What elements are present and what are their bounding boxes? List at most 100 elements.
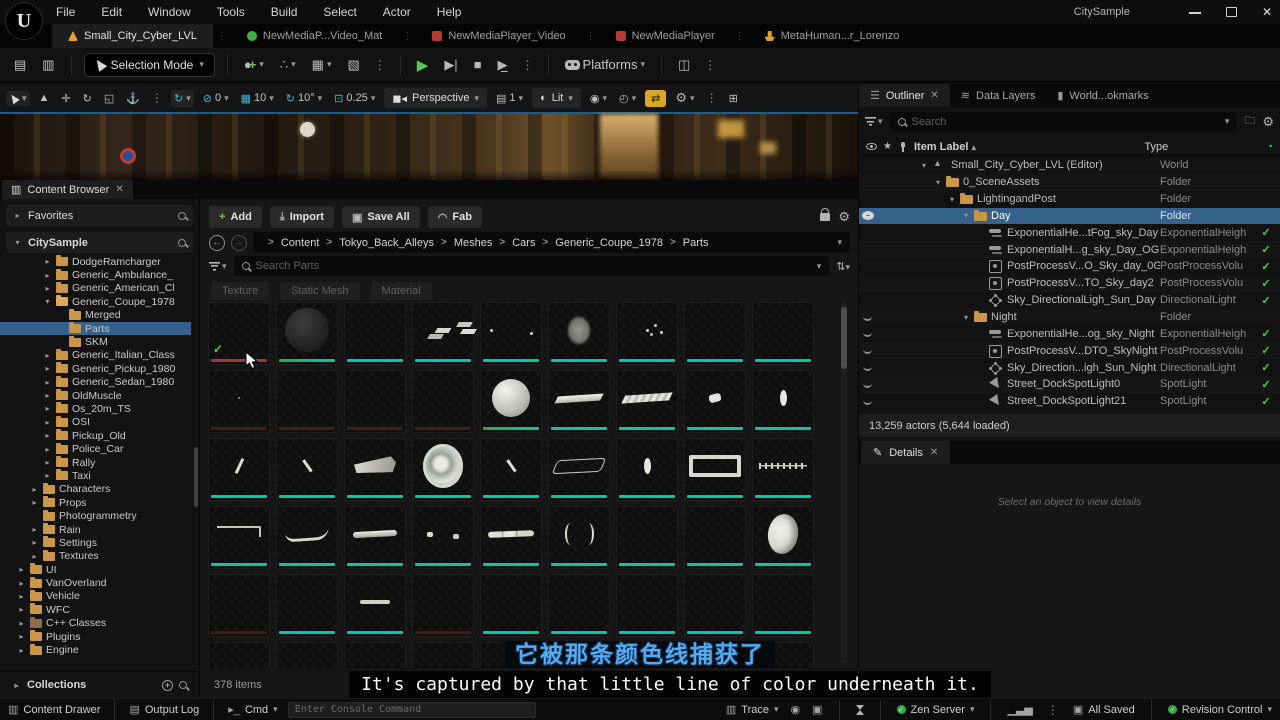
asset-search[interactable]: ▾ xyxy=(234,256,830,276)
expand-arrow-icon[interactable]: ▸ xyxy=(43,271,52,280)
expand-arrow-icon[interactable]: ▸ xyxy=(30,525,39,534)
asset-tile-r4c6[interactable] xyxy=(548,506,610,569)
expand-arrow-icon[interactable]: ▸ xyxy=(43,418,52,427)
menu-actor[interactable]: Actor xyxy=(383,5,411,19)
outliner-row-exponentialhe-tfog-sky-day[interactable]: ExponentialHe...tFog_sky_DayExponentialH… xyxy=(859,224,1280,241)
outliner-row-0-sceneassets[interactable]: ▾0_SceneAssetsFolder xyxy=(859,174,1280,191)
breadcrumb-tokyo-back-alleys[interactable]: Tokyo_Back_Alleys xyxy=(339,237,434,249)
hidden-eye-icon[interactable] xyxy=(859,330,876,337)
expand-arrow-icon[interactable]: ▸ xyxy=(17,605,26,614)
maximize-button[interactable] xyxy=(1224,6,1238,18)
close-icon[interactable]: ✕ xyxy=(930,447,938,458)
asset-tile-r6c5[interactable] xyxy=(480,642,542,668)
tree-item-settings[interactable]: ▸Settings xyxy=(0,536,191,549)
cinematics-button[interactable]: ▦▾ xyxy=(308,55,336,75)
collapse-arrow-icon[interactable]: ▾ xyxy=(950,195,960,204)
menu-tools[interactable]: Tools xyxy=(217,5,245,19)
asset-tile-r4c8[interactable] xyxy=(684,506,746,569)
asset-tile-r3c6[interactable] xyxy=(548,438,610,501)
breadcrumb-parts[interactable]: Parts xyxy=(683,237,709,249)
perspective-dropdown[interactable]: ◼◂Perspective▾ xyxy=(384,88,487,108)
asset-tile-r2c9[interactable] xyxy=(752,370,814,433)
tree-item-vanoverland[interactable]: ▸VanOverland xyxy=(0,576,191,589)
snapshot-icon[interactable]: ◉ xyxy=(791,703,801,716)
asset-tile-r3c4[interactable] xyxy=(412,438,474,501)
stats-icon[interactable]: ▁▃▅ xyxy=(1007,703,1032,716)
collapse-arrow-icon[interactable]: ▾ xyxy=(936,178,946,187)
asset-tile-r1c5[interactable] xyxy=(480,302,542,365)
menu-build[interactable]: Build xyxy=(271,5,298,19)
minimize-button[interactable] xyxy=(1188,6,1202,18)
outliner-row-exponentialhe-og-sky-night[interactable]: ExponentialHe...og_sky_NightExponentialH… xyxy=(859,325,1280,342)
asset-tile-r4c3[interactable] xyxy=(344,506,406,569)
asset-tile-r1c1[interactable]: ✓ xyxy=(208,302,270,365)
filter-pill-texture[interactable]: Texture xyxy=(209,282,269,300)
tree-item-textures[interactable]: ▸Textures xyxy=(0,550,191,563)
breadcrumb-meshes[interactable]: Meshes xyxy=(454,237,493,249)
tree-item-rain[interactable]: ▸Rain xyxy=(0,523,191,536)
tab-outliner[interactable]: ☰Outliner✕ xyxy=(859,84,950,107)
show-flags-dropdown[interactable]: ◉▾ xyxy=(587,90,610,107)
expand-arrow-icon[interactable]: ▸ xyxy=(17,565,26,574)
outliner-settings-icon[interactable]: ⚙ xyxy=(1262,114,1274,130)
outliner-search[interactable]: ▾ xyxy=(890,112,1238,132)
add-button[interactable]: +Add xyxy=(209,206,262,228)
search-icon[interactable] xyxy=(179,681,187,689)
save-all-button[interactable]: ▣Save All xyxy=(342,206,420,228)
close-icon[interactable]: ✕ xyxy=(930,90,938,101)
type-header[interactable]: Type xyxy=(1144,141,1260,153)
breadcrumb-cars[interactable]: Cars xyxy=(512,237,535,249)
collapse-arrow-icon[interactable]: ▾ xyxy=(964,211,974,220)
item-label-header[interactable]: Item Label ▴ xyxy=(914,141,976,153)
expand-arrow-icon[interactable]: ▸ xyxy=(43,364,52,373)
sidebar-scrollbar[interactable] xyxy=(194,447,198,507)
visibility-column-icon[interactable] xyxy=(866,143,877,150)
scale-snap-dropdown[interactable]: ⊡0.25▾ xyxy=(331,90,378,107)
screen-percentage-dropdown[interactable]: ▤1▾ xyxy=(493,90,526,107)
asset-tile-r3c8[interactable] xyxy=(684,438,746,501)
asset-tab-newmediap-video-mat[interactable]: NewMediaP...Video_Mat xyxy=(231,24,398,48)
play-options-icon[interactable]: ⋮ xyxy=(520,58,536,72)
collapse-arrow-icon[interactable]: ▾ xyxy=(964,313,974,322)
new-folder-icon[interactable]: 🗀 xyxy=(1244,112,1255,131)
outliner-row-street-dockspotlight21[interactable]: Street_DockSpotLight21SpotLight✓ xyxy=(859,393,1280,410)
asset-tile-r2c7[interactable] xyxy=(616,370,678,433)
collapse-arrow-icon[interactable]: ▾ xyxy=(43,297,52,306)
editor-modes-button[interactable]: ▧ xyxy=(343,55,363,75)
asset-tab-small-city-cyber-lvl[interactable]: Small_City_Cyber_LVL xyxy=(52,24,213,48)
tab-data-layers[interactable]: ≋Data Layers xyxy=(950,84,1047,107)
visible-eye-icon[interactable] xyxy=(859,211,876,220)
asset-tile-r4c7[interactable] xyxy=(616,506,678,569)
details-tab[interactable]: ✎ Details ✕ xyxy=(861,441,950,464)
hidden-eye-icon[interactable] xyxy=(859,364,876,371)
expand-arrow-icon[interactable]: ▸ xyxy=(13,211,22,220)
asset-tile-r3c7[interactable] xyxy=(616,438,678,501)
asset-tile-r2c2[interactable] xyxy=(276,370,338,433)
tree-item-pickup-old[interactable]: ▸Pickup_Old xyxy=(0,429,191,442)
outliner-row-day[interactable]: ▾DayFolder xyxy=(859,208,1280,225)
expand-arrow-icon[interactable]: ▸ xyxy=(17,579,26,588)
grid-scrollbar[interactable] xyxy=(841,302,847,664)
add-collection-icon[interactable]: + xyxy=(162,680,173,691)
outliner-row-small-city-cyber-lvl-editor[interactable]: ▾Small_City_Cyber_LVL (Editor)World xyxy=(859,157,1280,174)
play-button[interactable]: ▶ xyxy=(413,54,433,76)
add-actor-button[interactable]: ●+▾ xyxy=(240,55,268,74)
asset-tile-r4c1[interactable] xyxy=(208,506,270,569)
asset-tile-r5c2[interactable] xyxy=(276,574,338,637)
vr-mode-toggle[interactable]: ⇄ xyxy=(645,90,666,107)
search-icon[interactable] xyxy=(178,212,186,220)
asset-tile-r5c7[interactable] xyxy=(616,574,678,637)
fab-button[interactable]: ◠Fab xyxy=(428,206,482,228)
asset-tile-r2c1[interactable] xyxy=(208,370,270,433)
content-drawer-button[interactable]: ▥Content Drawer xyxy=(8,703,100,716)
asset-tab-newmediaplayer[interactable]: NewMediaPlayer xyxy=(600,24,731,48)
outliner-row-postprocessv-to-sky-day2[interactable]: PostProcessV...TO_Sky_day2PostProcessVol… xyxy=(859,275,1280,292)
filters-dropdown[interactable]: ▾ xyxy=(209,261,227,272)
outliner-row-postprocessv-o-sky-day-0g[interactable]: PostProcessV...O_Sky_day_0GPostProcessVo… xyxy=(859,258,1280,275)
transform-overflow-icon[interactable]: ⋮ xyxy=(149,91,165,105)
expand-arrow-icon[interactable]: ▸ xyxy=(43,458,52,467)
lock-icon[interactable] xyxy=(820,213,830,221)
status-overflow-icon[interactable]: ⋮ xyxy=(1045,703,1061,717)
asset-tile-r4c2[interactable] xyxy=(276,506,338,569)
menu-select[interactable]: Select xyxy=(323,5,356,19)
